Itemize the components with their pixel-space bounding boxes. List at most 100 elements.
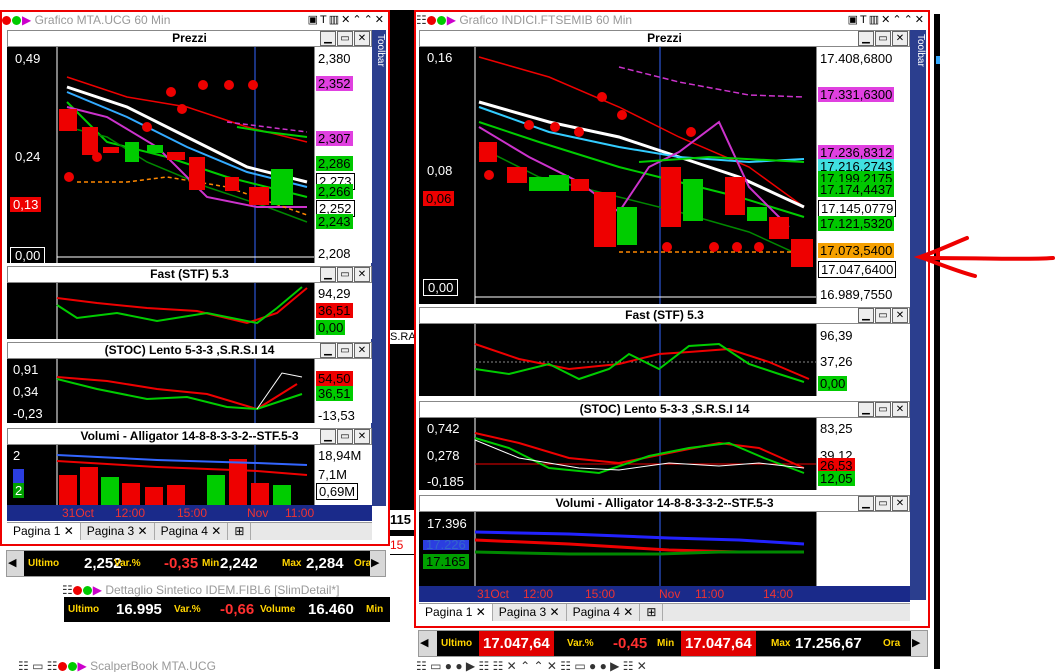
scalper-window-title: ScalperBook MTA.UCG [90,660,216,672]
right-ticker-bar: Ultimo 17.047,64 Var.% -0,45 Min 17.047,… [437,631,911,656]
left-toolbar-tab[interactable]: Toolbar [371,30,386,506]
tab-pagina-4[interactable]: Pagina 4 ✕ [567,604,641,621]
background-fragment-panel: 115 [390,510,414,530]
maximize-icon[interactable]: ▭ [875,496,891,511]
minimize-icon[interactable]: ▁ [320,343,336,358]
play-icon: ▶ [77,660,91,672]
panel-title: (STOC) Lento 5-3-3 ,S.R.S.I 14 [104,343,275,357]
new-tab-icon[interactable]: ⊞ [228,523,252,540]
right-volume-chart [474,512,805,586]
scroll-left-icon[interactable]: ◀ [420,633,434,654]
ticker-label: Max [771,638,791,649]
tick-label: 17.396 [427,516,467,531]
close-icon[interactable]: ✕ [892,31,908,46]
bottom-window-strip[interactable]: ☷ ▭ ● ● ▶ ☷ ☷ ✕ ⌃ ⌃ ✕ ☷ ▭ ● ● ▶ ☷ ✕ [416,661,928,672]
tick-label: 0,24 [15,149,41,164]
maximize-icon[interactable]: ▭ [337,429,353,444]
grid-icon: ☷ [416,13,427,27]
window-control-buttons[interactable]: ▣T▥✕⌃⌃✕ [308,12,386,29]
maximize-icon[interactable]: ▭ [875,308,891,323]
window-control-buttons[interactable]: ▣T▥✕⌃⌃✕ [848,12,926,29]
ticker-label: Var.% [567,638,594,649]
close-icon[interactable]: ✕ [354,429,370,444]
tab-pagina-3[interactable]: Pagina 3 ✕ [81,523,155,540]
value-tag: 12,05 [818,471,855,486]
tab-pagina-3[interactable]: Pagina 3 ✕ [493,604,567,621]
green-dot-icon [12,16,21,26]
right-fast-plot[interactable] [419,324,816,396]
close-icon[interactable]: ✕ [64,524,74,538]
scroll-right-icon[interactable]: ▶ [912,633,926,654]
background-fragment-panel [390,582,416,622]
scroll-right-icon[interactable]: ▶ [371,553,385,574]
right-edge-marker [936,56,940,64]
tick-label: 2,208 [318,246,351,261]
tick-label: 2 [13,483,25,498]
left-window-titlebar[interactable]: ▶ Grafico MTA.UCG 60 Min ▣T▥✕⌃⌃✕ [2,12,388,29]
right-toolbar-tab[interactable]: Toolbar [910,30,926,600]
minimize-icon[interactable]: ▁ [858,402,874,417]
minimize-icon[interactable]: ▁ [320,31,336,46]
tick-label: -0,185 [427,474,464,489]
close-icon[interactable]: ✕ [550,605,560,619]
fragment-text: 15 [390,538,404,552]
tab-label: Pagina 4 [160,524,208,538]
maximize-icon[interactable]: ▭ [875,31,891,46]
left-volume-axis: 18,94M 7,1M 0,69M [314,445,372,505]
time-label: 11:00 [285,506,315,520]
close-icon[interactable]: ✕ [892,308,908,323]
close-icon[interactable]: ✕ [892,496,908,511]
scalper-window-titlebar[interactable]: ☷ ▭ ☷ ▶ ScalperBook MTA.UCG [18,660,413,672]
close-icon[interactable]: ✕ [623,605,633,619]
left-price-chart [56,47,314,263]
tick-label: 83,25 [820,421,853,436]
left-volume-plot[interactable]: 2 2 2 [7,445,314,505]
left-fast-plot[interactable] [7,283,314,339]
background-fragment-panel: S.RA [390,330,414,344]
close-icon[interactable]: ✕ [892,402,908,417]
tab-pagina-4[interactable]: Pagina 4 ✕ [155,523,229,540]
last-price: 16.995 [116,601,162,618]
tick-label: 0,742 [427,421,460,436]
tab-pagina-1[interactable]: Pagina 1 ✕ [7,523,81,540]
close-icon[interactable]: ✕ [476,605,486,619]
right-price-chart [474,47,816,304]
red-dot-icon [72,586,82,596]
tick-label: 0,08 [427,163,453,178]
maximize-icon[interactable]: ▭ [337,267,353,282]
tick-label: 0,00 [10,247,46,263]
left-stoc-plot[interactable]: 0,91 0,34 -0,23 [7,359,314,423]
minimize-icon[interactable]: ▁ [858,496,874,511]
close-icon[interactable]: ✕ [354,343,370,358]
right-window-titlebar[interactable]: ☷ ▶ Grafico INDICI.FTSEMIB 60 Min ▣T▥✕⌃⌃✕ [416,12,928,29]
left-price-plot[interactable]: 0,49 0,24 0,13 0,00 [7,47,314,263]
time-label: Nov [247,506,269,520]
ticker-label: Min [657,638,675,649]
minimize-icon[interactable]: ▁ [320,429,336,444]
last-price: 17.047,64 [479,631,554,656]
close-icon[interactable]: ✕ [211,524,221,538]
maximize-icon[interactable]: ▭ [337,31,353,46]
tick-label: 0,06 [423,191,455,206]
value-tag: 54,50 [316,371,353,386]
close-icon[interactable]: ✕ [354,31,370,46]
tick-label: 2,380 [318,51,351,66]
tab-pagina-1[interactable]: Pagina 1 ✕ [419,604,493,621]
right-volume-plot[interactable]: 17.396 17.226 17.165 [419,512,816,586]
minimize-icon[interactable]: ▁ [858,31,874,46]
time-label: 15:00 [585,587,616,601]
close-icon[interactable]: ✕ [138,524,148,538]
scroll-left-icon[interactable]: ◀ [8,553,22,574]
ticker-label: Ora [883,638,901,649]
maximize-icon[interactable]: ▭ [337,343,353,358]
minimize-icon[interactable]: ▁ [858,308,874,323]
right-stoc-plot[interactable]: 0,742 0,278 -0,185 [419,418,816,490]
close-icon[interactable]: ✕ [354,267,370,282]
value-tag: 0,69M [316,483,359,500]
right-price-plot[interactable]: 0,16 0,08 0,06 0,00 [419,47,816,304]
maximize-icon[interactable]: ▭ [875,402,891,417]
minimize-icon[interactable]: ▁ [320,267,336,282]
new-tab-icon[interactable]: ⊞ [640,604,664,621]
value-tag: 0,00 [316,320,346,335]
tick-label: 17.165 [423,554,469,569]
